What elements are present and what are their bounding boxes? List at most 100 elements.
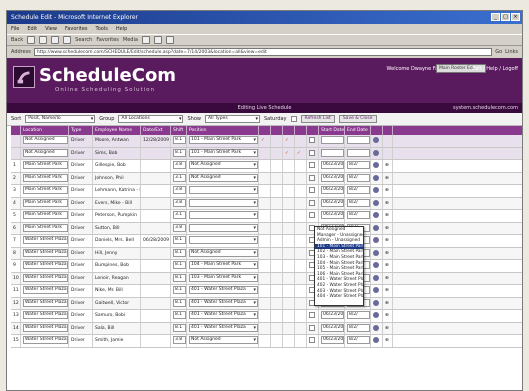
start-date-input[interactable]: 06/23/2009	[321, 161, 344, 169]
details-icon[interactable]	[373, 324, 379, 331]
location-input[interactable]: Water Street Plaza	[23, 311, 68, 319]
column-header[interactable]	[307, 126, 319, 135]
location-input[interactable]: Main Street Park	[23, 173, 68, 182]
address-input[interactable]: http://www.schedulecom.com/SCHEDULE/Edit…	[33, 47, 493, 56]
refresh-list-button[interactable]: Refresh List	[300, 115, 335, 123]
column-header[interactable]: Date/Ext	[141, 126, 171, 135]
position-select[interactable]: 401 - Water Street Plaza	[189, 286, 258, 294]
help-logoff-link[interactable]: Exit / Help / Logoff	[472, 66, 518, 72]
dropdown-option[interactable]: 402 - Water Street Plaza	[315, 283, 363, 289]
column-header[interactable]	[259, 126, 271, 135]
position-select[interactable]	[189, 198, 258, 207]
shift-input[interactable]: 8.1	[173, 148, 186, 157]
position-select[interactable]: Not Assigned	[189, 161, 258, 169]
row-checkbox[interactable]	[309, 162, 315, 168]
position-select[interactable]	[189, 186, 258, 194]
shift-input[interactable]: 3.8	[173, 223, 186, 232]
home-icon[interactable]	[63, 36, 72, 44]
refresh-icon[interactable]	[51, 36, 60, 44]
end-date-input[interactable]: 8/2/	[347, 161, 370, 169]
shift-input[interactable]: 3.8	[173, 198, 186, 207]
close-icon[interactable]: ×	[511, 13, 520, 21]
start-date-input[interactable]	[321, 148, 344, 157]
dropdown-option[interactable]: Admin - Unassigned	[315, 238, 363, 244]
menu-help[interactable]: Help	[116, 24, 127, 34]
row-checkbox[interactable]	[309, 149, 315, 156]
row-checkbox[interactable]	[309, 137, 315, 143]
end-date-input[interactable]	[347, 136, 370, 144]
dropdown-option[interactable]: 105 - Main Street Park	[315, 266, 363, 272]
start-date-input[interactable]: 06/23/2009	[321, 311, 344, 319]
column-header[interactable]	[271, 126, 283, 135]
details-icon[interactable]	[373, 162, 379, 168]
shift-input[interactable]: 3.1	[173, 173, 186, 182]
position-select[interactable]: 103 - Main Street Park	[189, 273, 258, 282]
end-date-input[interactable]: 8/2/	[347, 173, 370, 182]
links-button[interactable]: Links	[505, 49, 518, 55]
column-header[interactable]	[383, 126, 393, 135]
column-header[interactable]: Position	[187, 126, 259, 135]
details-icon[interactable]	[373, 212, 379, 218]
position-select[interactable]: 401 - Water Street Plaza	[189, 298, 258, 307]
column-header[interactable]: Shift	[171, 126, 187, 135]
dropdown-option[interactable]: 404 - Water Street Plaza	[315, 294, 363, 300]
print-icon[interactable]	[165, 36, 174, 44]
position-select[interactable]	[189, 211, 258, 219]
row-checkbox[interactable]	[309, 212, 315, 218]
details-icon[interactable]	[373, 149, 379, 156]
menu-view[interactable]: View	[45, 24, 57, 34]
position-select[interactable]: 101 - Main Street Park	[189, 148, 258, 157]
shift-input[interactable]: 8.1	[173, 248, 186, 257]
row-checkbox[interactable]	[309, 174, 315, 181]
shift-input[interactable]: 3.8	[173, 186, 186, 194]
show-select[interactable]: All Types	[204, 115, 260, 123]
shift-input[interactable]: 8.1	[173, 136, 186, 144]
details-icon[interactable]	[373, 199, 379, 206]
position-select[interactable]: 401 - Water Street Plaza	[189, 323, 258, 332]
sort-select[interactable]: Posit, Name/lo	[25, 115, 96, 123]
column-header[interactable]: Location	[21, 126, 69, 135]
details-icon[interactable]	[373, 274, 379, 281]
row-checkbox[interactable]	[309, 187, 315, 193]
end-date-input[interactable]: 8/2/	[347, 186, 370, 194]
favorites-button[interactable]: Favorites	[96, 37, 119, 43]
column-header[interactable]	[283, 126, 295, 135]
media-button[interactable]: Media	[123, 37, 138, 43]
shift-input[interactable]: 8.1	[173, 273, 186, 282]
location-input[interactable]: Not Assigned	[23, 136, 68, 144]
shift-input[interactable]: 3.1	[173, 211, 186, 219]
history-icon[interactable]	[141, 36, 150, 44]
position-select[interactable]: 104 - Main Street Park	[189, 261, 258, 269]
location-input[interactable]: Water Street Plaza	[23, 286, 68, 294]
location-input[interactable]: Water Street Plaza	[23, 323, 68, 332]
end-date-input[interactable]: 8/2/	[347, 323, 370, 332]
location-input[interactable]: Main Street Park	[23, 211, 68, 219]
details-icon[interactable]	[373, 262, 379, 268]
position-select[interactable]: Not Assigned	[189, 173, 258, 182]
save-close-button[interactable]: Save & Close	[338, 115, 377, 123]
location-input[interactable]: Water Street Plaza	[23, 248, 68, 257]
menu-edit[interactable]: Edit	[27, 24, 37, 34]
row-checkbox[interactable]	[309, 312, 315, 318]
location-input[interactable]: Main Street Park	[23, 161, 68, 169]
column-header[interactable]: Start Date	[319, 126, 345, 135]
details-icon[interactable]	[373, 337, 379, 343]
menu-tools[interactable]: Tools	[96, 24, 108, 34]
row-checkbox[interactable]	[309, 324, 315, 331]
start-date-input[interactable]	[321, 136, 344, 144]
location-input[interactable]: Main Street Park	[23, 223, 68, 232]
weekday-checkbox[interactable]	[290, 116, 297, 122]
details-icon[interactable]	[373, 299, 379, 306]
column-header[interactable]: End Date	[345, 126, 371, 135]
stop-icon[interactable]	[39, 36, 48, 44]
maximize-icon[interactable]: □	[501, 13, 510, 21]
shift-input[interactable]: 3.8	[173, 161, 186, 169]
shift-input[interactable]: 8.1	[173, 323, 186, 332]
location-input[interactable]: Main Street Park	[23, 186, 68, 194]
details-icon[interactable]	[373, 287, 379, 293]
shift-input[interactable]: 8.1	[173, 261, 186, 269]
menu-favorites[interactable]: Favorites	[65, 24, 88, 34]
row-checkbox[interactable]	[309, 337, 315, 343]
dropdown-option[interactable]: 103 - Main Street Park	[315, 255, 363, 261]
details-icon[interactable]	[373, 224, 379, 231]
